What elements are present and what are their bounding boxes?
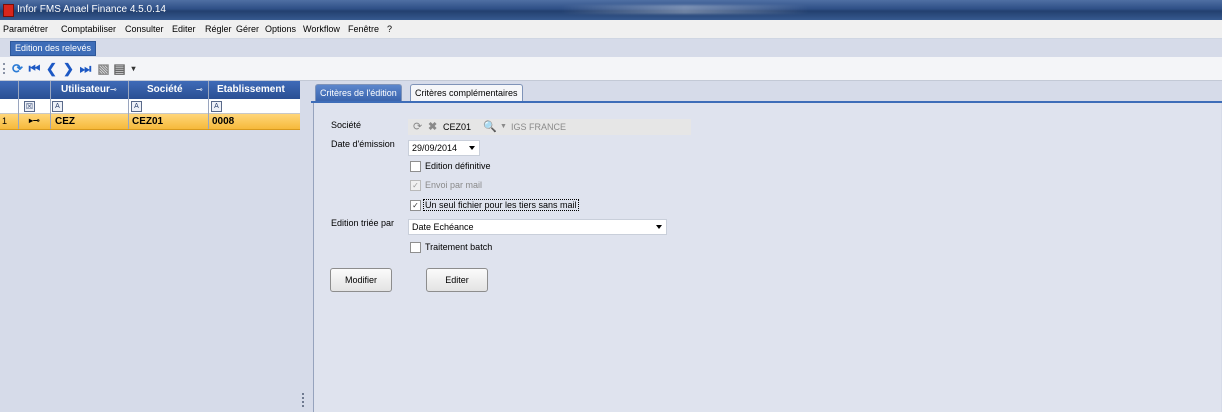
chevron-down-icon[interactable] <box>656 225 662 229</box>
societe-code: CEZ01 <box>443 122 472 132</box>
splitter-grip[interactable] <box>302 393 306 407</box>
societe-label: Société <box>331 120 362 130</box>
filter-utilisateur-icon[interactable]: A <box>52 101 63 112</box>
chevron-down-icon[interactable] <box>469 146 475 150</box>
traitement-batch-label: Traitement batch <box>425 242 493 252</box>
dropdown-arrow-icon: ▼ <box>500 123 507 130</box>
pin-icon[interactable]: ⊸ <box>196 85 203 94</box>
last-record-icon[interactable]: ⏭ <box>78 61 93 76</box>
chevron-down-icon[interactable]: ▾ <box>126 61 141 76</box>
menu-editer[interactable]: Editer <box>172 24 196 34</box>
app-icon <box>3 4 14 17</box>
traitement-batch-checkbox[interactable] <box>410 242 421 253</box>
blurred-title-text <box>560 5 810 14</box>
toolbar-grip[interactable] <box>3 63 7 74</box>
title-bar: Infor FMS Anael Finance 4.5.0.14 <box>0 0 1222 20</box>
criteria-form: Société ⟳ ✖ CEZ01 🔍 ▼ IGS FRANCE Date d'… <box>313 103 1221 412</box>
clear-icon: ✖ <box>428 121 438 133</box>
refresh-icon[interactable]: ⟳ <box>10 61 25 76</box>
filter-societe-icon[interactable]: A <box>131 101 142 112</box>
next-record-icon[interactable]: ❯ <box>61 61 76 76</box>
edition-definitive-checkbox[interactable] <box>410 161 421 172</box>
grid-filter-row: ☒ A A A <box>0 99 300 114</box>
societe-field: ⟳ ✖ CEZ01 🔍 ▼ IGS FRANCE <box>408 119 691 135</box>
cell-etablissement[interactable]: 0008 <box>212 116 234 127</box>
previous-record-icon[interactable]: ❮ <box>44 61 59 76</box>
menu-help[interactable]: ? <box>387 24 392 34</box>
date-emission-label: Date d'émission <box>331 139 395 149</box>
menu-parametrer[interactable]: Paramétrer <box>3 24 48 34</box>
seul-fichier-checkbox[interactable]: ✓ <box>410 200 421 211</box>
column-separator <box>18 81 19 129</box>
menu-regler[interactable]: Régler <box>205 24 232 34</box>
column-etablissement[interactable]: Etablissement <box>217 84 285 95</box>
search-icon: 🔍 <box>483 121 497 133</box>
societe-name: IGS FRANCE <box>511 122 567 132</box>
column-separator <box>128 81 129 129</box>
first-record-icon[interactable]: ⏮ <box>27 61 42 76</box>
menu-fenetre[interactable]: Fenêtre <box>348 24 379 34</box>
export-icon[interactable]: ▤ <box>112 61 127 76</box>
document-tab[interactable]: Edition des relevés <box>10 41 97 56</box>
criteria-panel: Critères de l'édition Critères complémen… <box>311 81 1222 412</box>
document-tab-strip: Edition des relevés <box>0 39 1222 56</box>
refresh-icon: ⟳ <box>413 121 423 133</box>
menu-workflow[interactable]: Workflow <box>303 24 340 34</box>
table-row[interactable]: 1 ▸⊸ CEZ CEZ01 0008 <box>0 114 300 130</box>
date-emission-picker[interactable]: 29/09/2014 <box>408 140 480 156</box>
grid-header: Utilisateur ⊸ Société ⊸ Etablissement <box>0 81 300 99</box>
edition-triee-par-select[interactable]: Date Echéance <box>408 219 667 235</box>
tab-criteres-edition[interactable]: Critères de l'édition <box>315 84 402 101</box>
cell-societe[interactable]: CEZ01 <box>132 116 163 127</box>
column-societe[interactable]: Société <box>147 84 183 95</box>
panel-splitter[interactable] <box>300 81 310 412</box>
window-title: Infor FMS Anael Finance 4.5.0.14 <box>17 4 166 15</box>
edition-triee-par-label: Edition triée par <box>331 218 395 228</box>
menu-gerer[interactable]: Gérer <box>236 24 259 34</box>
envoi-mail-checkbox: ✓ <box>410 180 421 191</box>
records-grid: Utilisateur ⊸ Société ⊸ Etablissement ☒ … <box>0 81 301 412</box>
column-utilisateur[interactable]: Utilisateur <box>61 84 110 95</box>
cell-utilisateur[interactable]: CEZ <box>55 116 75 127</box>
menu-consulter[interactable]: Consulter <box>125 24 164 34</box>
menu-comptabiliser[interactable]: Comptabiliser <box>61 24 116 34</box>
filter-select-icon[interactable]: ☒ <box>24 101 35 112</box>
modifier-button[interactable]: Modifier <box>330 268 392 292</box>
edition-definitive-label: Edition définitive <box>425 161 491 171</box>
document-icon[interactable]: ▧ <box>96 61 111 76</box>
edition-triee-par-value: Date Echéance <box>412 222 474 232</box>
seul-fichier-label: Un seul fichier pour les tiers sans mail <box>423 199 579 211</box>
toolbar: ⟳ ⏮ ❮ ❯ ⏭ ▧ ▤ ▾ <box>0 57 1222 81</box>
row-number: 1 <box>2 116 8 126</box>
criteria-tabs: Critères de l'édition Critères complémen… <box>311 81 1222 103</box>
filter-etablissement-icon[interactable]: A <box>211 101 222 112</box>
editer-button[interactable]: Editer <box>426 268 488 292</box>
menu-options[interactable]: Options <box>265 24 296 34</box>
envoi-mail-label: Envoi par mail <box>425 180 483 190</box>
menu-bar: Paramétrer Comptabiliser Consulter Edite… <box>0 20 1222 39</box>
pin-icon[interactable]: ⊸ <box>110 85 117 94</box>
row-selector-icon[interactable]: ▸⊸ <box>29 116 40 125</box>
date-emission-value: 29/09/2014 <box>412 143 458 153</box>
tab-criteres-complementaires[interactable]: Critères complémentaires <box>410 84 523 101</box>
column-separator <box>208 81 209 129</box>
column-separator <box>50 81 51 129</box>
